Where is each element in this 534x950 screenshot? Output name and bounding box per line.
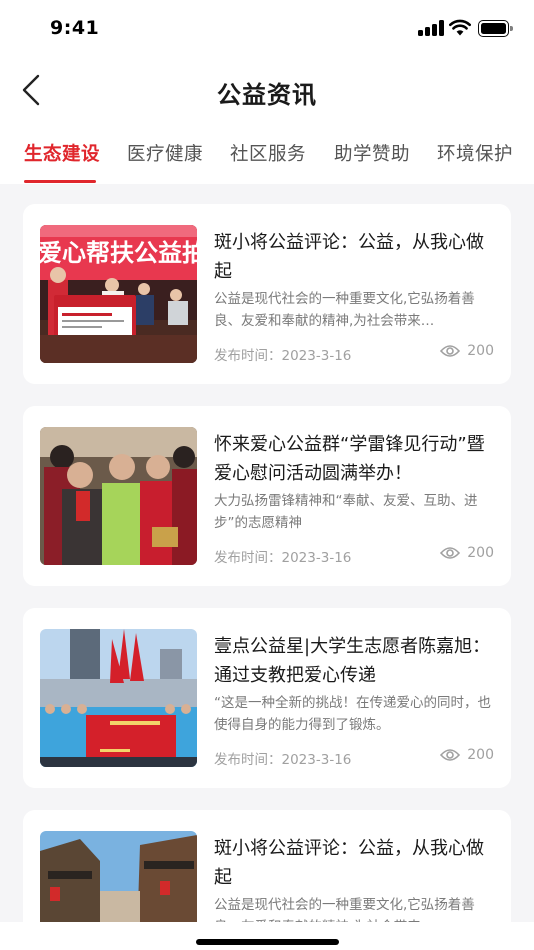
article-thumbnail bbox=[40, 427, 197, 565]
article-list: 爱心帮扶公益拍 斑小将公益评论：公益，从我心做起 公益是现代社会的一种重要文化,… bbox=[0, 184, 534, 950]
status-time: 9:41 bbox=[50, 17, 100, 39]
article-date: 发布时间：2023-3-16 bbox=[214, 752, 352, 768]
article-views: 200 bbox=[440, 747, 494, 763]
article-title: 怀来爱心公益群“学雷锋见行动”暨爱心慰问活动圆满举办！ bbox=[214, 434, 485, 484]
tab-environment[interactable]: 环境保护 bbox=[437, 140, 513, 166]
article-views: 200 bbox=[440, 343, 494, 359]
page-title: 公益资讯 bbox=[217, 81, 317, 109]
article-date: 发布时间：2023-3-16 bbox=[214, 348, 352, 364]
article-summary: 公益是现代社会的一种重要文化,它弘扬着善良、友爱和奉献的精神,为社会带来… bbox=[214, 291, 475, 329]
navigation-bar: 公益资讯 bbox=[0, 58, 534, 128]
tab-medical-health[interactable]: 医疗健康 bbox=[127, 140, 203, 166]
header-area: 9:41 公益资讯 生态建设 医疗健康 社区服务 助学赞助 环境保护 bbox=[0, 0, 534, 184]
battery-icon bbox=[478, 20, 513, 37]
active-tab-indicator bbox=[24, 180, 96, 183]
article-thumbnail: 爱心帮扶公益拍 bbox=[40, 225, 197, 363]
article-summary: 大力弘扬雷锋精神和“奉献、友爱、互助、进步”的志愿精神 bbox=[214, 493, 478, 531]
category-tabs: 生态建设 医疗健康 社区服务 助学赞助 环境保护 bbox=[0, 128, 534, 184]
article-card[interactable]: 爱心帮扶公益拍 斑小将公益评论：公益，从我心做起 公益是现代社会的一种重要文化,… bbox=[23, 204, 511, 384]
tab-community-service[interactable]: 社区服务 bbox=[230, 140, 306, 166]
home-indicator[interactable] bbox=[196, 939, 339, 945]
view-count: 200 bbox=[467, 343, 494, 359]
tab-ecology[interactable]: 生态建设 bbox=[24, 140, 100, 166]
eye-icon bbox=[440, 345, 461, 357]
thumbnail-banner-text: 爱心帮扶公益拍 bbox=[40, 239, 197, 267]
article-title: 壹点公益星|大学生志愿者陈嘉旭：通过支教把爱心传递 bbox=[214, 636, 491, 686]
article-thumbnail bbox=[40, 629, 197, 767]
article-card[interactable]: 壹点公益星|大学生志愿者陈嘉旭：通过支教把爱心传递 “这是一种全新的挑战！在传递… bbox=[23, 608, 511, 788]
view-count: 200 bbox=[467, 747, 494, 763]
bottom-safe-area bbox=[0, 922, 534, 950]
status-bar: 9:41 bbox=[0, 0, 534, 58]
wifi-icon bbox=[449, 19, 471, 36]
eye-icon bbox=[440, 749, 461, 761]
eye-icon bbox=[440, 547, 461, 559]
tab-student-aid[interactable]: 助学赞助 bbox=[334, 140, 410, 166]
article-date: 发布时间：2023-3-16 bbox=[214, 550, 352, 566]
article-views: 200 bbox=[440, 545, 494, 561]
article-summary: “这是一种全新的挑战！在传递爱心的同时，也使得自身的能力得到了锻炼。 bbox=[214, 695, 491, 733]
view-count: 200 bbox=[467, 545, 494, 561]
article-title: 斑小将公益评论：公益，从我心做起 bbox=[214, 232, 484, 282]
article-title: 斑小将公益评论：公益，从我心做起 bbox=[214, 838, 484, 888]
cellular-signal-icon bbox=[418, 20, 444, 36]
article-card[interactable]: 怀来爱心公益群“学雷锋见行动”暨爱心慰问活动圆满举办！ 大力弘扬雷锋精神和“奉献… bbox=[23, 406, 511, 586]
